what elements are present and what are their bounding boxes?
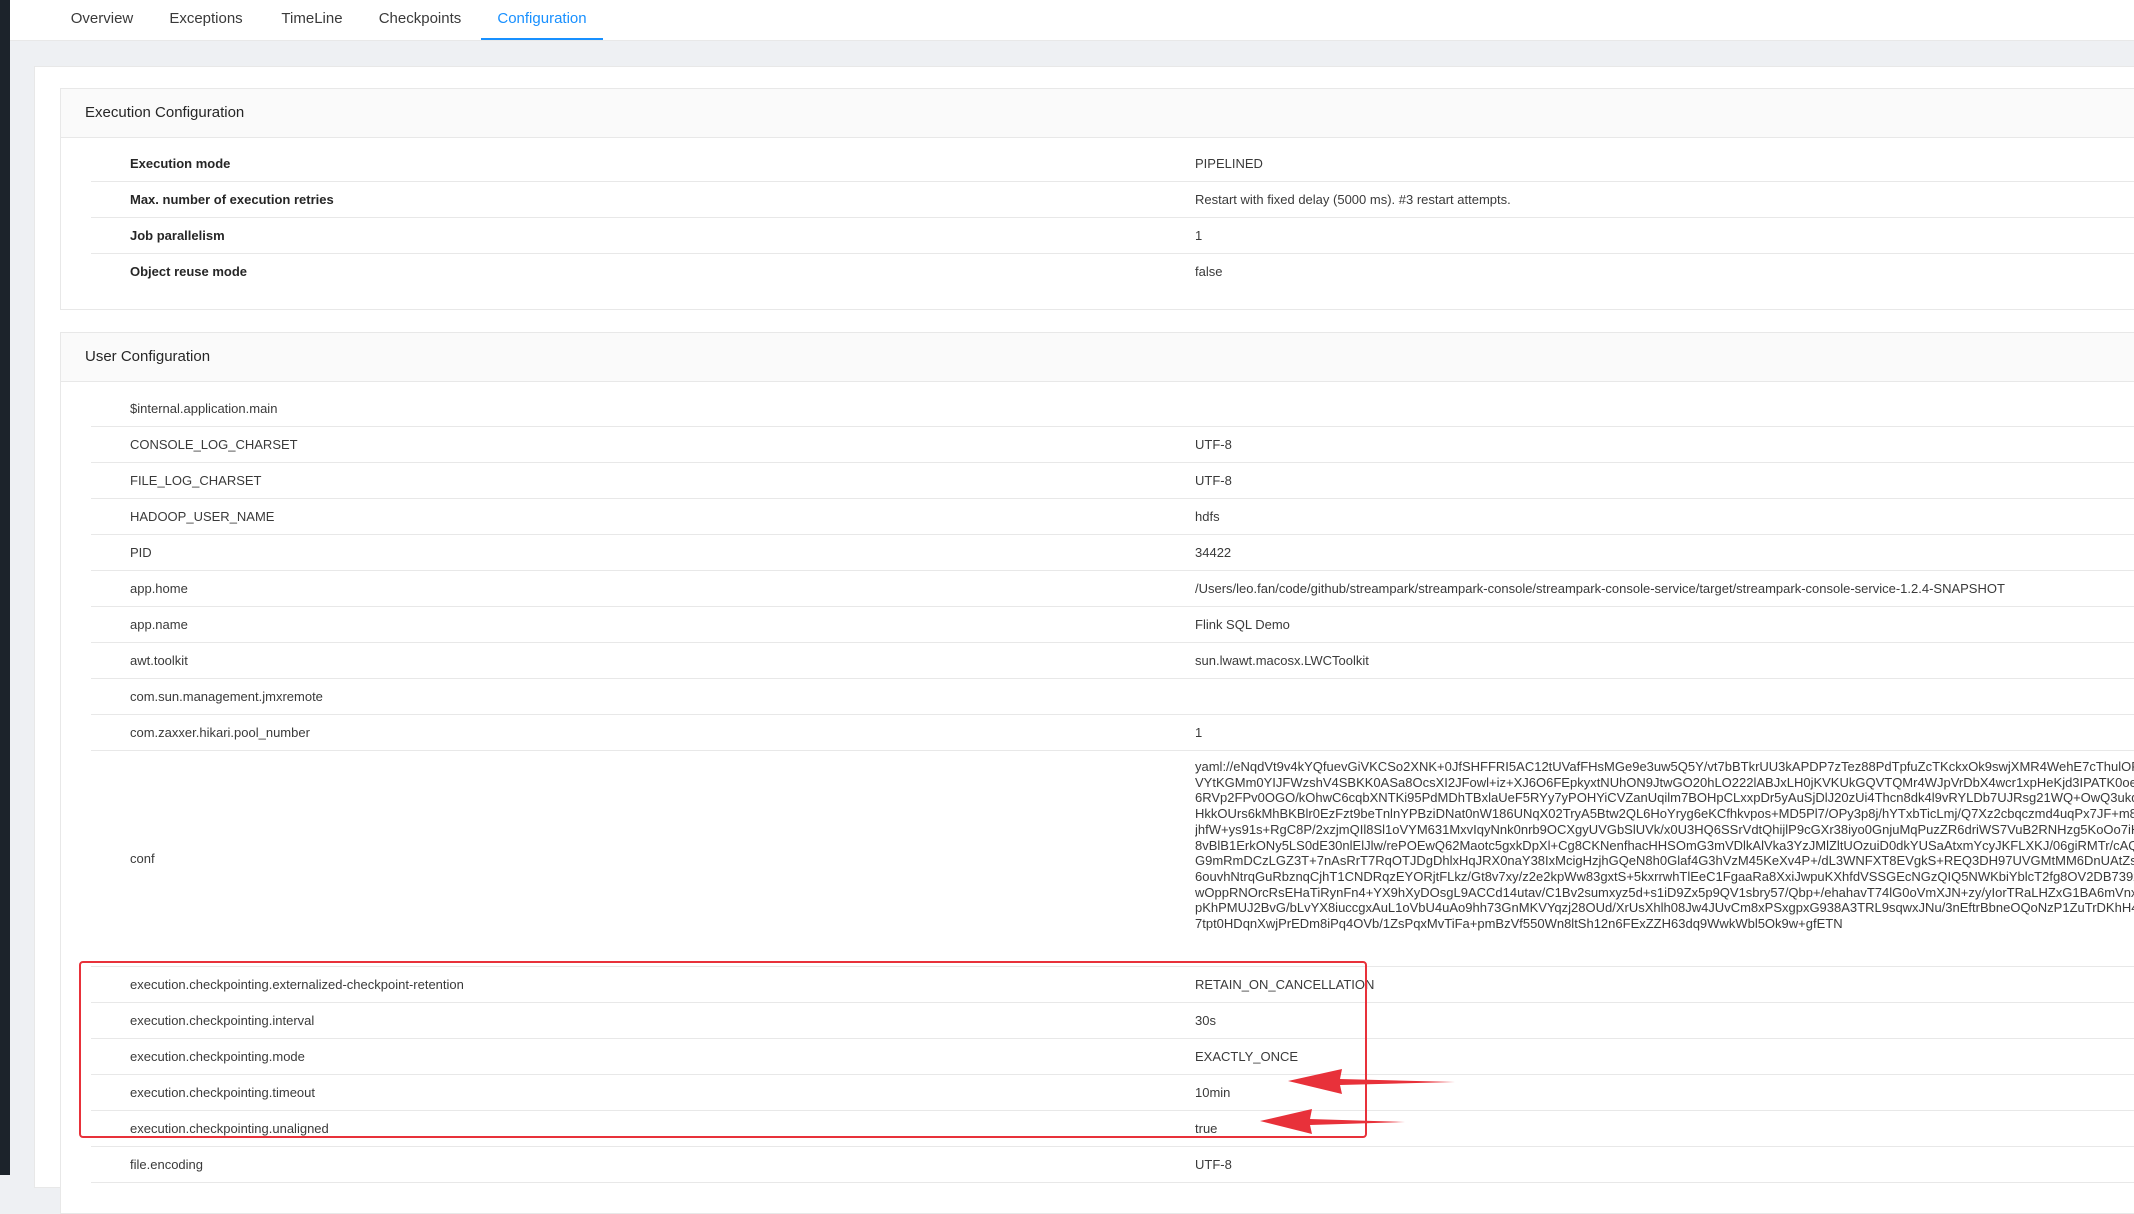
table-row: Job parallelism 1 xyxy=(91,218,2134,254)
config-key: FILE_LOG_CHARSET xyxy=(130,473,262,488)
annotation-arrow-unaligned xyxy=(1260,1109,1405,1134)
table-row: PID 34422 xyxy=(91,535,2134,571)
config-key: PID xyxy=(130,545,152,560)
tab-exceptions[interactable]: Exceptions xyxy=(159,0,253,40)
table-row: CONSOLE_LOG_CHARSET UTF-8 xyxy=(91,427,2134,463)
config-value: UTF-8 xyxy=(1195,1157,1232,1172)
config-value: sun.lwawt.macosx.LWCToolkit xyxy=(1195,653,1369,668)
table-row: Max. number of execution retries Restart… xyxy=(91,182,2134,218)
left-edge-strip xyxy=(0,0,10,1175)
config-key: Execution mode xyxy=(130,156,231,171)
tab-configuration[interactable]: Configuration xyxy=(481,0,603,40)
table-row: FILE_LOG_CHARSET UTF-8 xyxy=(91,463,2134,499)
config-key: Max. number of execution retries xyxy=(130,192,334,207)
tab-overview[interactable]: Overview xyxy=(59,0,145,40)
table-row: Execution mode PIPELINED xyxy=(91,146,2134,182)
config-value: 1 xyxy=(1195,725,1203,740)
annotation-arrow-timeout xyxy=(1288,1069,1455,1094)
config-value: hdfs xyxy=(1195,509,1220,524)
config-key: com.zaxxer.hikari.pool_number xyxy=(130,725,310,740)
config-key: com.sun.management.jmxremote xyxy=(130,689,323,704)
config-key: conf xyxy=(130,851,155,866)
tab-bar: Overview Exceptions TimeLine Checkpoints… xyxy=(10,0,2134,41)
table-row: app.name Flink SQL Demo xyxy=(91,607,2134,643)
config-value: false xyxy=(1195,264,1223,279)
table-row: HADOOP_USER_NAME hdfs xyxy=(91,499,2134,535)
config-value: Flink SQL Demo xyxy=(1195,617,1290,632)
config-key: file.encoding xyxy=(130,1157,203,1172)
config-key: Object reuse mode xyxy=(130,264,248,279)
config-key: app.name xyxy=(130,617,188,632)
table-row: com.zaxxer.hikari.pool_number 1 xyxy=(91,715,2134,751)
tab-timeline[interactable]: TimeLine xyxy=(270,0,354,40)
table-row: awt.toolkit sun.lwawt.macosx.LWCToolkit xyxy=(91,643,2134,679)
table-row: $internal.application.main xyxy=(91,391,2134,427)
config-value: UTF-8 xyxy=(1195,437,1232,452)
config-value: yaml://eNqdVt9v4kYQfuevGiVKCSo2XNK+0JfSH… xyxy=(1195,759,2134,932)
config-key: app.home xyxy=(130,581,188,596)
card-title: User Configuration xyxy=(61,333,2134,382)
config-key: HADOOP_USER_NAME xyxy=(130,509,275,524)
card-title: Execution Configuration xyxy=(61,89,2134,138)
config-value: PIPELINED xyxy=(1195,156,1263,171)
table-row: Object reuse mode false xyxy=(91,254,2134,289)
config-value: /Users/leo.fan/code/github/streampark/st… xyxy=(1195,581,2005,596)
annotation-highlight-box xyxy=(79,961,1367,1138)
tab-checkpoints[interactable]: Checkpoints xyxy=(371,0,469,40)
config-value: 34422 xyxy=(1195,545,1232,560)
config-key: $internal.application.main xyxy=(130,401,278,416)
table-row: file.encoding UTF-8 xyxy=(91,1147,2134,1183)
config-key: awt.toolkit xyxy=(130,653,188,668)
execution-configuration-card: Execution Configuration Execution mode P… xyxy=(60,88,2134,310)
config-value: UTF-8 xyxy=(1195,473,1232,488)
config-key: CONSOLE_LOG_CHARSET xyxy=(130,437,298,452)
execution-config-table: Execution mode PIPELINED Max. number of … xyxy=(91,146,2134,289)
config-value: 1 xyxy=(1195,228,1203,243)
config-value: Restart with fixed delay (5000 ms). #3 r… xyxy=(1195,192,1511,207)
table-row: conf yaml://eNqdVt9v4kYQfuevGiVKCSo2XNK+… xyxy=(91,751,2134,967)
config-key: Job parallelism xyxy=(130,228,225,243)
table-row: app.home /Users/leo.fan/code/github/stre… xyxy=(91,571,2134,607)
table-row: com.sun.management.jmxremote xyxy=(91,679,2134,715)
